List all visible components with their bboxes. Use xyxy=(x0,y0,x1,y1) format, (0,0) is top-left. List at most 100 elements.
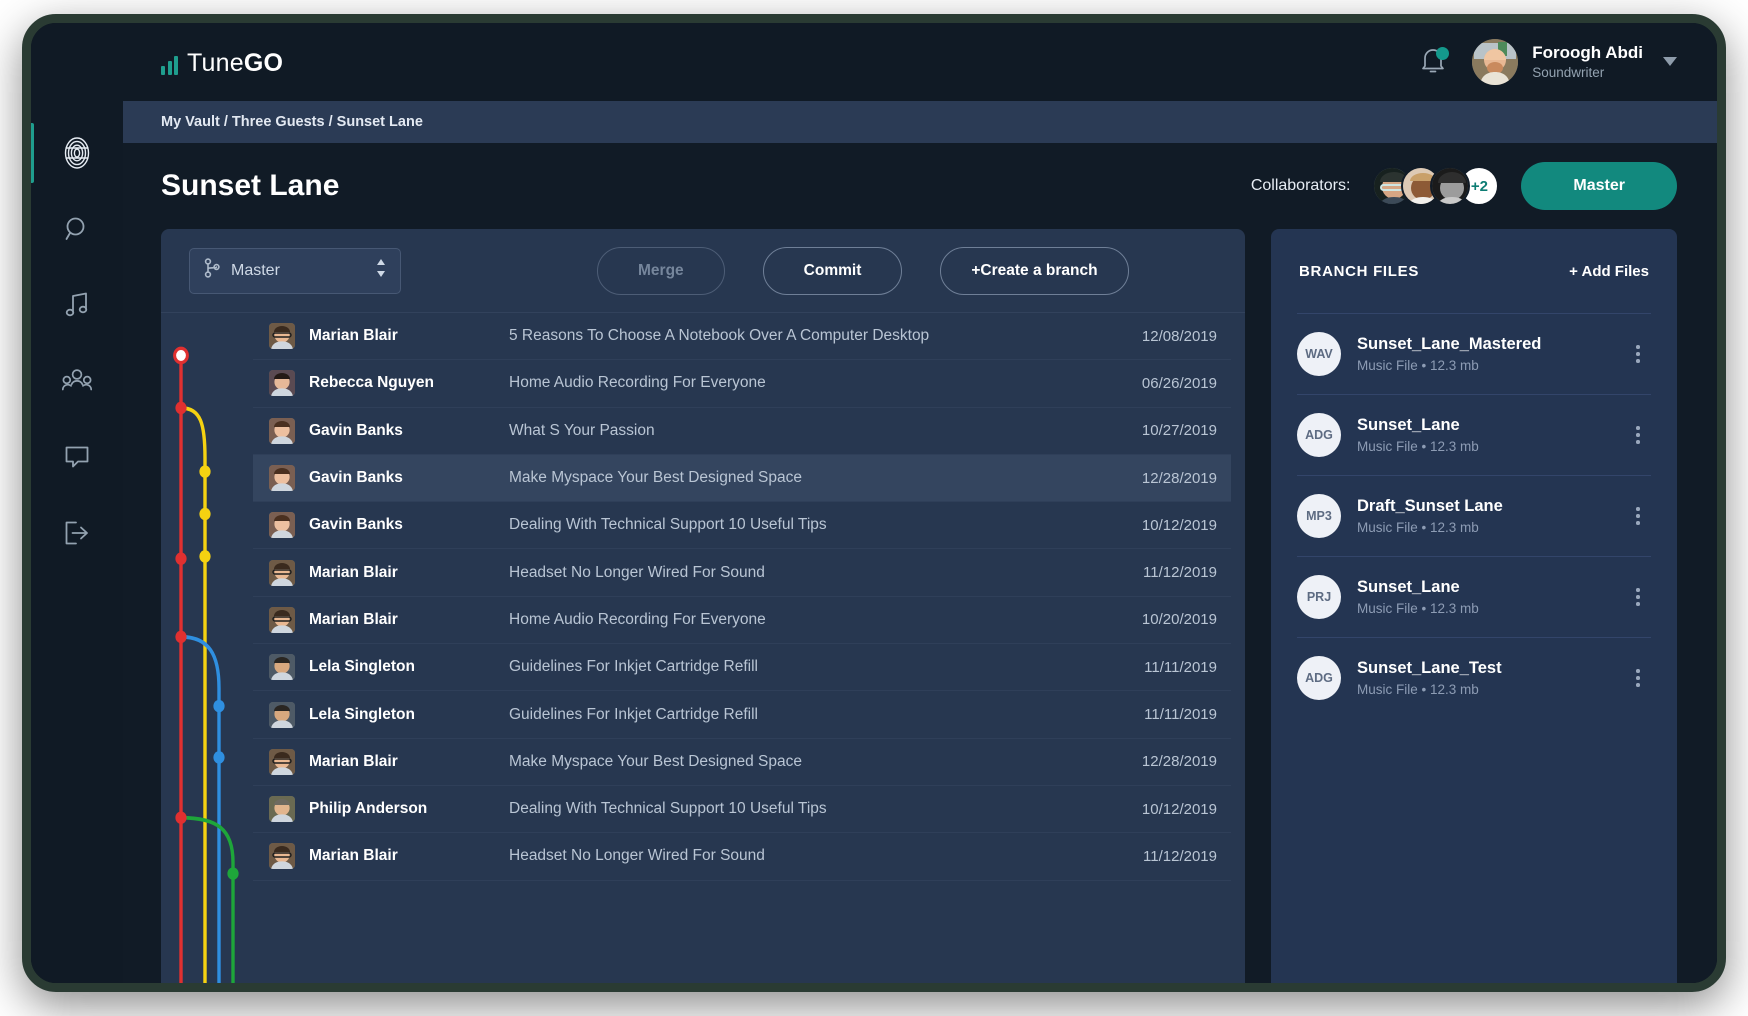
sidebar-item-collaborators[interactable] xyxy=(31,343,123,419)
commit-row[interactable]: Rebecca NguyenHome Audio Recording For E… xyxy=(253,360,1231,407)
file-type-badge: WAV xyxy=(1297,332,1341,376)
commit-row[interactable]: Lela SingletonGuidelines For Inkjet Cart… xyxy=(253,691,1231,738)
breadcrumb[interactable]: My Vault / Three Guests / Sunset Lane xyxy=(161,114,423,130)
commit-message: Dealing With Technical Support 10 Useful… xyxy=(509,516,1109,534)
avatar xyxy=(269,702,295,728)
user-name: Foroogh Abdi xyxy=(1532,43,1643,63)
sidebar-item-music[interactable] xyxy=(31,267,123,343)
more-options-icon[interactable] xyxy=(1625,426,1651,444)
commit-date: 10/27/2019 xyxy=(1109,422,1217,439)
more-options-icon[interactable] xyxy=(1625,507,1651,525)
file-type-badge: PRJ xyxy=(1297,575,1341,619)
commit-message: Guidelines For Inkjet Cartridge Refill xyxy=(509,706,1109,724)
sidebar-item-search[interactable] xyxy=(31,191,123,267)
git-branch-icon xyxy=(204,258,220,283)
create-branch-button[interactable]: +Create a branch xyxy=(940,247,1128,295)
file-list-item[interactable]: MP3Draft_Sunset LaneMusic File • 12.3 mb xyxy=(1297,475,1651,556)
commit-author: Rebecca Nguyen xyxy=(309,374,509,392)
avatar xyxy=(269,465,295,491)
sidebar-item-logout[interactable] xyxy=(31,495,123,571)
file-list-item[interactable]: ADGSunset_Lane_TestMusic File • 12.3 mb xyxy=(1297,637,1651,718)
avatar xyxy=(269,560,295,586)
commit-list: Marian Blair5 Reasons To Choose A Notebo… xyxy=(253,313,1231,983)
page-body: Sunset Lane Collaborators: xyxy=(123,143,1717,983)
merge-button[interactable]: Merge xyxy=(597,247,725,295)
file-list-item[interactable]: PRJ Sunset_Lane Music File • 12.3 mb xyxy=(1297,556,1651,637)
top-header: TuneGO xyxy=(123,23,1717,101)
commit-history-panel: Master Merge Commit +Create a branch xyxy=(161,229,1245,983)
page-header-actions: Collaborators: xyxy=(1251,162,1677,210)
commit-message: Make Myspace Your Best Designed Space xyxy=(509,469,1109,487)
more-options-icon[interactable] xyxy=(1625,345,1651,363)
panes: Master Merge Commit +Create a branch xyxy=(161,229,1677,983)
commit-message: Headset No Longer Wired For Sound xyxy=(509,847,1109,865)
header-actions: Foroogh Abdi Soundwriter xyxy=(1420,39,1677,85)
logo-bars-icon xyxy=(161,56,178,75)
page-header: Sunset Lane Collaborators: xyxy=(161,143,1677,229)
commit-row[interactable]: Marian BlairMake Myspace Your Best Desig… xyxy=(253,739,1231,786)
commit-row[interactable]: Gavin BanksWhat S Your Passion10/27/2019 xyxy=(253,408,1231,455)
message-icon xyxy=(63,443,91,471)
commit-row[interactable]: Marian BlairHeadset No Longer Wired For … xyxy=(253,549,1231,596)
commit-author: Gavin Banks xyxy=(309,469,509,487)
commit-author: Marian Blair xyxy=(309,847,509,865)
commit-author: Marian Blair xyxy=(309,327,509,345)
commit-row[interactable]: Lela SingletonGuidelines For Inkjet Cart… xyxy=(253,644,1231,691)
commit-message: Home Audio Recording For Everyone xyxy=(509,611,1109,629)
more-options-icon[interactable] xyxy=(1625,669,1651,687)
branch-select[interactable]: Master xyxy=(189,248,401,294)
commit-message: Headset No Longer Wired For Sound xyxy=(509,564,1109,582)
branch-select-value: Master xyxy=(231,262,365,280)
file-meta: Draft_Sunset LaneMusic File • 12.3 mb xyxy=(1357,497,1625,535)
chevron-down-icon[interactable] xyxy=(1663,53,1677,71)
notifications-button[interactable] xyxy=(1420,47,1446,77)
sidebar-nav xyxy=(31,23,123,983)
master-button[interactable]: Master xyxy=(1521,162,1677,210)
file-subtitle: Music File • 12.3 mb xyxy=(1357,520,1625,535)
collaborators-avatars: +2 xyxy=(1372,166,1499,206)
file-meta: Sunset_Lane Music File • 12.3 mb xyxy=(1357,578,1625,616)
music-note-icon xyxy=(64,291,90,319)
commit-body: Marian Blair5 Reasons To Choose A Notebo… xyxy=(161,313,1245,983)
avatar xyxy=(269,370,295,396)
avatar xyxy=(269,607,295,633)
avatar xyxy=(269,323,295,349)
avatar xyxy=(269,418,295,444)
commit-date: 11/11/2019 xyxy=(1109,659,1217,676)
notification-badge xyxy=(1436,47,1449,60)
collaborators-icon xyxy=(62,368,92,394)
commit-author: Gavin Banks xyxy=(309,422,509,440)
file-subtitle: Music File • 12.3 mb xyxy=(1357,358,1625,373)
branch-files-list: WAV Sunset_Lane_MasteredMusic File • 12.3… xyxy=(1271,313,1677,718)
commit-row[interactable]: Marian BlairHome Audio Recording For Eve… xyxy=(253,597,1231,644)
breadcrumb-bar: My Vault / Three Guests / Sunset Lane xyxy=(123,101,1717,143)
file-list-item[interactable]: ADGSunset_LaneMusic File • 12.3 mb xyxy=(1297,394,1651,475)
file-name: Sunset_Lane xyxy=(1357,578,1625,597)
file-subtitle: Music File • 12.3 mb xyxy=(1357,439,1625,454)
sidebar-item-messages[interactable] xyxy=(31,419,123,495)
user-menu[interactable]: Foroogh Abdi Soundwriter xyxy=(1472,39,1677,85)
page-title: Sunset Lane xyxy=(161,169,339,203)
commit-row[interactable]: Marian BlairHeadset No Longer Wired For … xyxy=(253,833,1231,880)
avatar xyxy=(269,796,295,822)
commit-row[interactable]: Gavin BanksMake Myspace Your Best Design… xyxy=(253,455,1231,502)
file-list-item[interactable]: WAV Sunset_Lane_MasteredMusic File • 12.3… xyxy=(1297,313,1651,394)
more-options-icon[interactable] xyxy=(1625,588,1651,606)
commit-row[interactable]: Philip AndersonDealing With Technical Su… xyxy=(253,786,1231,833)
commit-row[interactable]: Marian Blair5 Reasons To Choose A Notebo… xyxy=(253,313,1231,360)
brand-logo[interactable]: TuneGO xyxy=(161,50,283,75)
collaborators-label: Collaborators: xyxy=(1251,177,1351,195)
commit-row[interactable]: Gavin BanksDealing With Technical Suppor… xyxy=(253,502,1231,549)
bell-icon xyxy=(1420,62,1446,79)
user-role: Soundwriter xyxy=(1532,65,1643,81)
file-meta: Sunset_Lane_MasteredMusic File • 12.3 mb xyxy=(1357,335,1625,373)
branch-files-header: BRANCH FILES + Add Files xyxy=(1271,229,1677,313)
file-meta: Sunset_LaneMusic File • 12.3 mb xyxy=(1357,416,1625,454)
add-files-button[interactable]: + Add Files xyxy=(1569,263,1649,280)
commit-button[interactable]: Commit xyxy=(763,247,903,295)
file-meta: Sunset_Lane_TestMusic File • 12.3 mb xyxy=(1357,659,1625,697)
sidebar-item-vault[interactable] xyxy=(31,115,123,191)
commit-author: Lela Singleton xyxy=(309,706,509,724)
file-subtitle: Music File • 12.3 mb xyxy=(1357,601,1625,616)
commit-date: 10/12/2019 xyxy=(1109,517,1217,534)
